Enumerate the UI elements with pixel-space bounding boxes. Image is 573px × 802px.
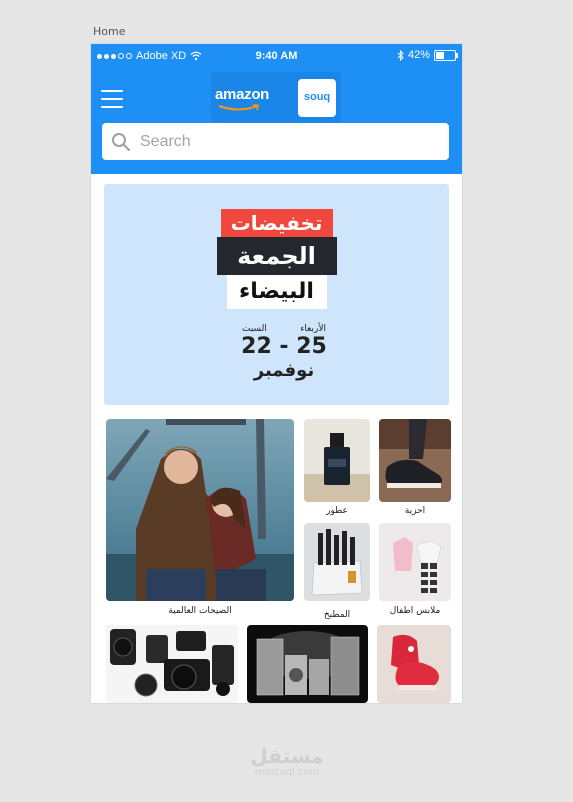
category-perfume-label[interactable]: عطور [304, 506, 370, 516]
souq-logo: souq [298, 79, 336, 117]
month: نوفمبر [253, 360, 315, 381]
phone-screen: Adobe XD 9:40 AM 42% amazon souq Search … [91, 44, 462, 703]
artboard-label: Home [93, 25, 126, 38]
category-cameras-image[interactable] [106, 625, 238, 703]
day-end: السبت [242, 324, 267, 334]
category-shoes-image[interactable] [379, 419, 451, 502]
search-input[interactable] [138, 129, 432, 155]
amazon-smile-icon [218, 104, 259, 111]
status-bar: Adobe XD 9:40 AM 42% [91, 44, 462, 70]
category-appliances-image[interactable] [247, 625, 368, 703]
promo-dates: الأربعاء السبت 22 - 25 نوفمبر [234, 324, 334, 382]
category-fashion-image[interactable] [106, 419, 294, 601]
logo-area[interactable]: amazon souq [211, 72, 341, 122]
category-kitchen-image[interactable] [304, 523, 370, 601]
category-shoes-label[interactable]: احزية [379, 506, 451, 516]
category-perfume-image[interactable] [304, 419, 370, 502]
watermark-arabic: مستقل [250, 744, 324, 768]
bluetooth-icon [397, 49, 404, 61]
battery-percent: 42% [407, 49, 430, 61]
search-icon [112, 133, 131, 152]
promo-line-1: تخفيضات [220, 209, 333, 237]
category-kids-clothes-label[interactable]: ملابس اطفال [379, 606, 451, 616]
watermark: مستقل mostaql.com [248, 745, 326, 778]
promo-line-2: الجمعة [216, 237, 337, 275]
category-kids-clothes-image[interactable] [379, 523, 451, 601]
menu-icon[interactable] [101, 90, 123, 108]
battery-icon [434, 49, 458, 61]
promo-line-3: البيضاء [226, 275, 327, 309]
watermark-latin: mostaql.com [254, 767, 320, 778]
header: Adobe XD 9:40 AM 42% amazon souq Search [91, 44, 462, 174]
date-range: 22 - 25 [241, 334, 327, 359]
amazon-logo: amazon [215, 86, 270, 103]
category-kids-shoes-image[interactable] [377, 625, 451, 703]
promo-title: تخفيضات الجمعة البيضاء [214, 209, 339, 309]
category-fashion-label[interactable]: الصيحات العالمية [106, 606, 294, 616]
category-kitchen-label[interactable]: المطبخ [304, 610, 370, 620]
search-bar[interactable] [102, 123, 449, 160]
promo-banner[interactable]: تخفيضات الجمعة البيضاء الأربعاء السبت 22… [104, 184, 449, 405]
day-start: الأربعاء [300, 324, 326, 334]
